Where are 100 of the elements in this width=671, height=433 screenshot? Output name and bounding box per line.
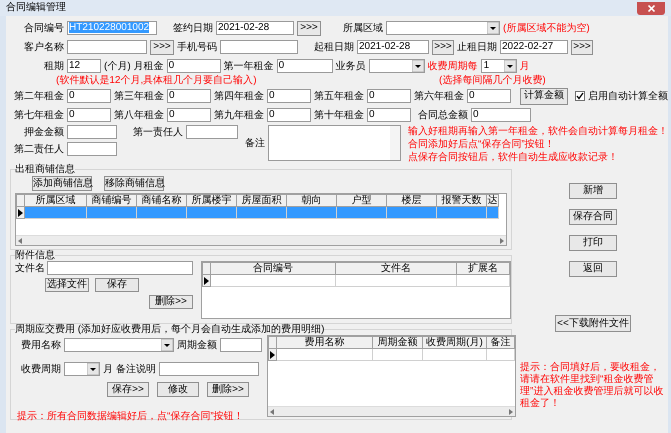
field-label: 第十年租金 xyxy=(314,108,364,122)
dropdown[interactable] xyxy=(386,21,500,35)
close-button[interactable] xyxy=(637,2,665,14)
text-field[interactable]: 0 xyxy=(467,89,511,103)
text-field[interactable] xyxy=(220,40,298,54)
button[interactable]: >>> xyxy=(150,40,174,54)
field-label: 启用自动计算全额 xyxy=(588,90,668,102)
text-field[interactable]: 0 xyxy=(67,108,111,122)
field-label: 第八年租金 xyxy=(114,108,164,122)
field-label: 周期金额 xyxy=(177,338,217,352)
field-label: 第二责任人 xyxy=(13,142,64,156)
button[interactable]: 删除>> xyxy=(207,382,249,397)
field-label: 费用名称 xyxy=(21,338,61,352)
scroll-right-icon[interactable] xyxy=(509,408,513,414)
scroll-left-icon[interactable] xyxy=(270,408,274,414)
button[interactable]: 保存>> xyxy=(107,382,149,397)
button[interactable]: 修改 xyxy=(157,382,199,397)
button[interactable]: 添加商铺信息 xyxy=(32,176,92,191)
text-field[interactable]: 0 xyxy=(166,59,221,73)
text-field[interactable]: 0 xyxy=(367,89,411,103)
text-field[interactable] xyxy=(186,125,238,139)
button[interactable]: <<下载附件文件 xyxy=(555,315,631,332)
column-header[interactable]: 备注 xyxy=(487,336,515,349)
column-header[interactable]: 房屋面积 xyxy=(237,194,287,207)
field-label: 第五年租金 xyxy=(314,90,364,102)
text-field[interactable]: 0 xyxy=(276,59,333,73)
field-label: 第三年租金 xyxy=(114,90,164,102)
column-header[interactable]: 报警天数 xyxy=(437,194,487,207)
column-header[interactable]: 扩展名 xyxy=(457,262,510,275)
field-label: 合同编号 xyxy=(23,22,64,34)
button[interactable]: >>> xyxy=(571,40,593,54)
text-field[interactable]: 0 xyxy=(67,89,111,103)
button[interactable]: >>> xyxy=(432,40,454,54)
tip-text: 提示：合同填好后，要收租金，请请在软件里找到“租金收费管理”进入租金收费管理后就可以收租金了！ xyxy=(520,362,664,410)
text-field[interactable]: 2021-02-28 xyxy=(357,40,429,54)
text-field[interactable] xyxy=(67,142,117,156)
column-header[interactable]: 收费周期(月) xyxy=(423,336,487,349)
checkbox[interactable] xyxy=(575,91,585,101)
button[interactable]: 计算金额 xyxy=(520,88,568,104)
scroll-right-icon[interactable] xyxy=(500,238,504,244)
column-header[interactable]: 商铺名称 xyxy=(137,194,187,207)
text-field[interactable]: 0 xyxy=(267,108,311,122)
field-label: 合同总金额 xyxy=(417,108,468,122)
field-label: (选择每间隔几个月收费) xyxy=(439,74,546,86)
dropdown[interactable] xyxy=(64,362,100,376)
text-field[interactable]: 2021-02-28 xyxy=(216,21,294,35)
scroll-left-icon[interactable] xyxy=(18,238,22,244)
field-label: 第二年租金 xyxy=(13,90,64,102)
row-pointer-icon xyxy=(270,350,275,358)
dropdown-arrow-icon xyxy=(412,60,424,72)
column-header[interactable]: 达 xyxy=(487,194,499,207)
column-header[interactable]: 所属楼宇 xyxy=(187,194,237,207)
group-title: 周期应交费用 (添加好应收费用后，每个月会自动生成添加的费用明细) xyxy=(15,324,324,335)
text-field[interactable] xyxy=(159,362,259,376)
dropdown[interactable] xyxy=(368,59,425,73)
field-label: 备注 xyxy=(245,136,265,150)
column-header[interactable]: 合同编号 xyxy=(211,262,336,275)
button[interactable]: >>> xyxy=(297,20,321,36)
button[interactable]: 选择文件 xyxy=(45,278,89,292)
row-header[interactable] xyxy=(202,275,211,287)
button[interactable]: 返回 xyxy=(569,261,617,277)
text-field[interactable]: 0 xyxy=(167,108,211,122)
column-header[interactable]: 文件名 xyxy=(336,262,457,275)
dropdown[interactable]: 1 xyxy=(480,59,517,73)
button[interactable]: 打印 xyxy=(569,235,617,251)
column-header[interactable]: 朝向 xyxy=(287,194,337,207)
field-label: 第九年租金 xyxy=(214,108,264,122)
button[interactable]: 删除>> xyxy=(149,295,193,309)
field-label: 输入好租期再输入第一年租金，软件会自动计算每月租金！ xyxy=(408,125,668,138)
row-header[interactable] xyxy=(268,349,277,361)
text-field[interactable]: 0 xyxy=(471,108,531,122)
text-field[interactable]: 2022-02-27 xyxy=(500,40,568,54)
row-header[interactable] xyxy=(16,207,25,219)
field-label: 收费周期每 xyxy=(428,60,478,72)
text-field[interactable]: 0 xyxy=(367,108,411,122)
button[interactable]: 保存 xyxy=(95,278,139,292)
text-field[interactable] xyxy=(47,261,193,275)
column-header[interactable]: 楼层 xyxy=(387,194,437,207)
text-field[interactable] xyxy=(220,338,262,352)
remark-textarea[interactable] xyxy=(268,125,401,161)
column-header[interactable]: 费用名称 xyxy=(277,336,373,349)
column-header[interactable]: 商铺编号 xyxy=(87,194,137,207)
field-label: 押金金额 xyxy=(23,126,64,138)
column-header[interactable]: 户型 xyxy=(337,194,387,207)
field-label: 文件名 xyxy=(15,262,45,274)
text-field[interactable] xyxy=(67,125,117,139)
text-field[interactable]: 0 xyxy=(267,89,311,103)
button[interactable]: 移除商铺信息 xyxy=(104,176,164,191)
text-field[interactable]: 0 xyxy=(167,89,211,103)
scrollbar[interactable] xyxy=(16,235,506,245)
scrollbar[interactable] xyxy=(268,406,515,416)
checkmark-icon xyxy=(576,92,584,100)
text-field[interactable] xyxy=(67,40,147,54)
field-label: 提示：所有合同数据编辑好后，点“保存合同”按钮！ xyxy=(17,411,244,422)
button[interactable]: 保存合同 xyxy=(569,209,617,225)
button[interactable]: 新增 xyxy=(569,183,617,199)
column-header[interactable]: 周期金额 xyxy=(373,336,423,349)
text-field[interactable]: 12 xyxy=(67,59,101,73)
dropdown[interactable] xyxy=(64,338,174,352)
column-header[interactable]: 所属区域 xyxy=(25,194,87,207)
